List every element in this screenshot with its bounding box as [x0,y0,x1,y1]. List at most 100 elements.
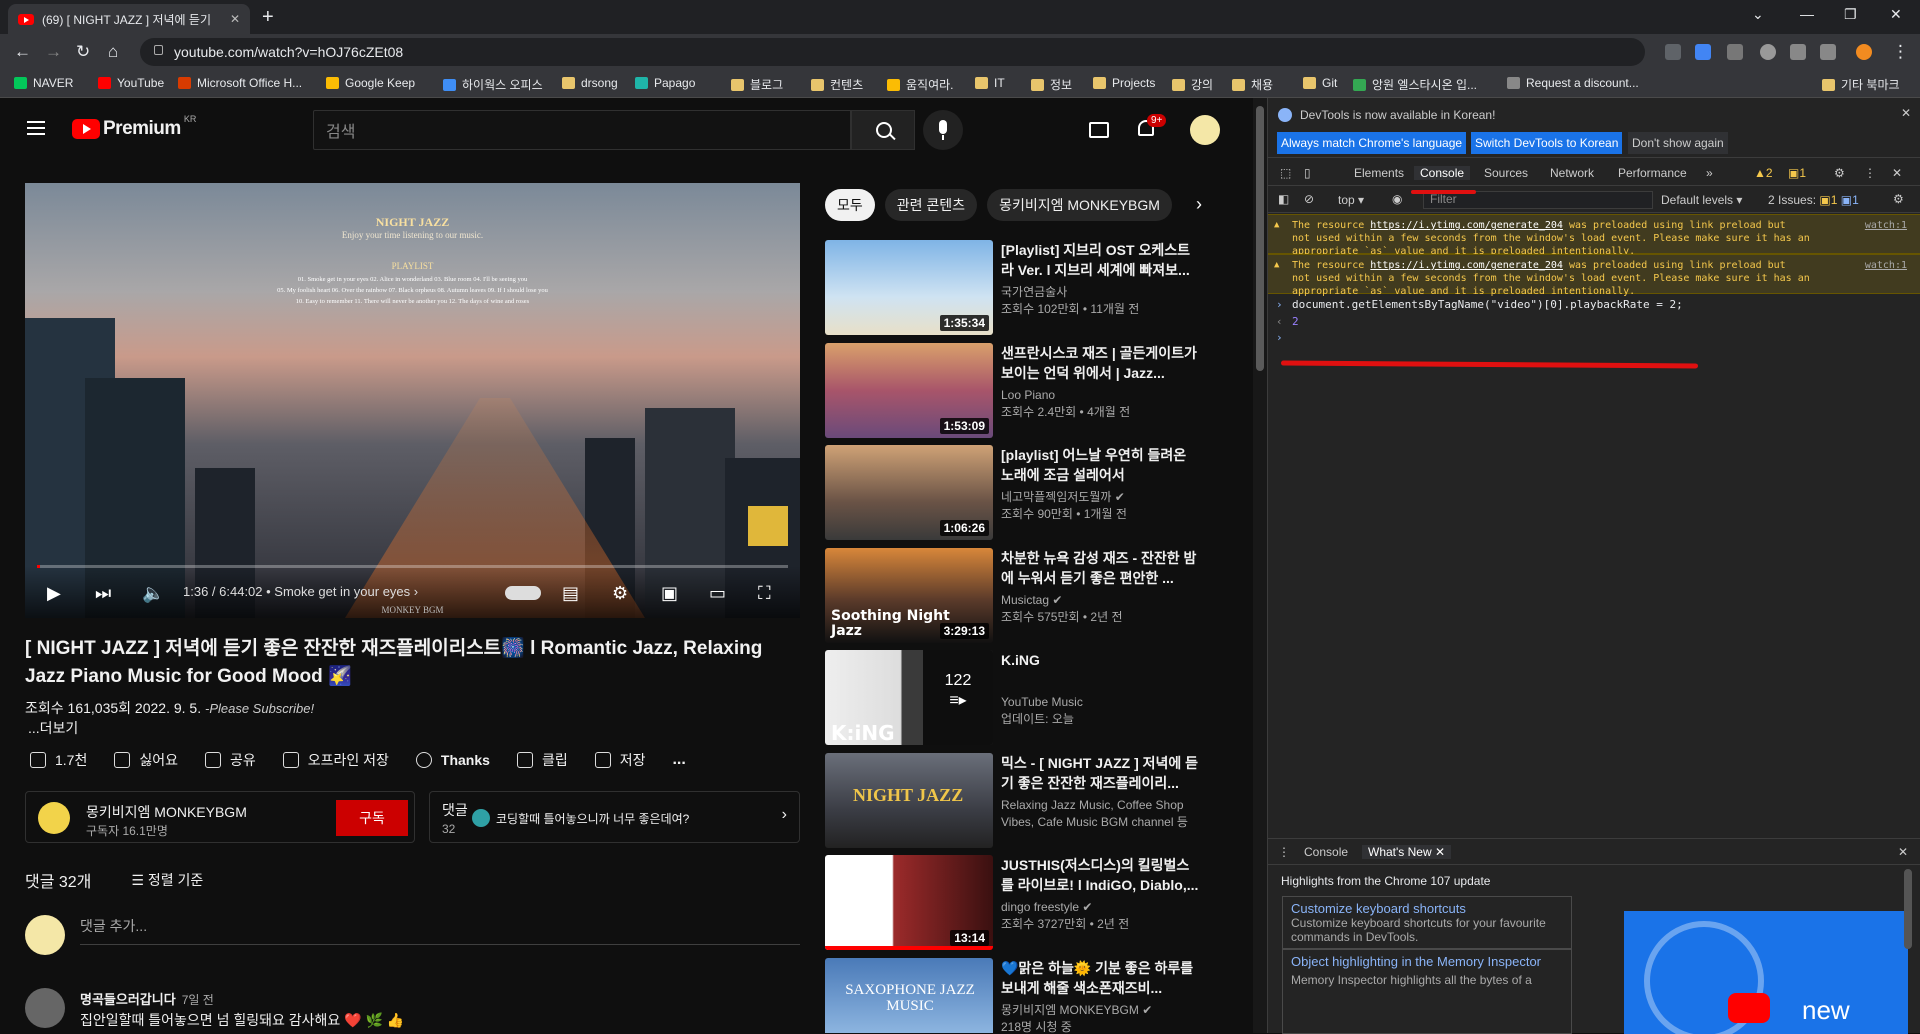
account-avatar[interactable] [1190,115,1220,145]
video-thumbnail[interactable]: 1:06:26 [825,445,993,540]
console-settings-icon[interactable]: ⚙ [1893,192,1904,206]
log-levels-dropdown[interactable]: Default levels ▾ [1661,193,1742,207]
page-scrollbar[interactable] [1253,98,1267,1033]
news-card[interactable]: Object highlighting in the Memory Inspec… [1282,949,1572,1034]
create-video-icon[interactable] [1089,122,1109,138]
device-toolbar-icon[interactable]: ▯ [1304,166,1311,180]
video-player[interactable]: NIGHT JAZZ Enjoy your time listening to … [25,183,800,618]
context-selector[interactable]: top ▾ [1338,193,1364,207]
comment-author-avatar[interactable] [25,988,65,1028]
video-thumbnail[interactable]: NIGHT JAZZ [825,752,993,848]
chip-all[interactable]: 모두 [825,189,875,221]
profile-avatar[interactable] [1856,44,1872,60]
autoplay-toggle[interactable] [505,586,541,600]
bookmark-item[interactable]: Git [1303,76,1337,90]
news-card[interactable]: Customize keyboard shortcuts Customize k… [1282,896,1572,949]
drawer-scrollbar[interactable] [1904,869,1912,949]
video-thumbnail[interactable]: 13:14 [825,855,993,950]
drawer-tab-console[interactable]: Console [1304,845,1348,859]
video-title[interactable]: [playlist] 어느날 우연히 들려온 노래에 조금 설레어서 [1001,445,1201,485]
video-thumbnail[interactable]: Soothing Night Jazz 3:29:13 [825,547,993,643]
chips-next-icon[interactable]: › [1196,194,1202,215]
like-button[interactable]: 1.7천 [30,750,87,770]
bookmark-item[interactable]: 기타 북마크 [1822,76,1900,93]
channel-name[interactable]: 몽키비지엠 MONKEYBGM [86,802,247,822]
chapter-text[interactable]: • Smoke get in your eyes [266,584,410,599]
warning-link[interactable]: https://i.ytimg.com/generate_204 [1370,260,1563,271]
tab-elements[interactable]: Elements [1354,166,1404,180]
video-thumbnail[interactable]: K:iNG 122 ≡▸ [825,650,993,745]
bookmark-item[interactable]: Papago [635,76,695,90]
add-comment-input[interactable]: 댓글 추가... [80,916,800,945]
side-panel-icon[interactable] [1820,44,1836,60]
scrollbar-thumb[interactable] [1256,106,1264,371]
comment-author[interactable]: 명곡들으러갑니다 7일 전 [80,989,214,1008]
video-thumbnail[interactable]: 1:53:09 [825,342,993,438]
voice-search-icon[interactable] [923,110,963,150]
clear-console-icon[interactable]: ⊘ [1304,192,1314,206]
minimize-icon[interactable]: — [1800,6,1814,22]
warning-source-link[interactable]: watch:1 [1865,219,1907,232]
channel-avatar[interactable] [38,802,70,834]
bookmark-item[interactable]: Projects [1093,76,1155,90]
back-icon[interactable]: ← [14,42,31,62]
video-thumbnail[interactable]: 1:35:34 [825,240,993,335]
bookmark-item[interactable]: 블로그 [731,76,783,93]
more-actions-button[interactable]: ... [672,751,685,769]
reading-list-icon[interactable] [1790,44,1806,60]
url-bar[interactable]: youtube.com/watch?v=hOJ76cZEt08 [140,38,1645,66]
bookmark-item[interactable]: drsong [562,76,618,90]
menu-icon[interactable] [27,121,45,135]
bookmark-item[interactable]: 앙원 엘스타시온 입... [1353,76,1477,93]
switch-language-button[interactable]: Switch DevTools to Korean [1471,132,1623,154]
recommended-video[interactable]: K:iNG 122 ≡▸ K.iNG YouTube Music 업데이트: 오늘 [825,650,1245,745]
match-language-button[interactable]: Always match Chrome's language [1277,132,1467,154]
dont-show-button[interactable]: Don't show again [1628,132,1728,154]
settings-icon[interactable]: ⚙ [1834,166,1845,180]
maximize-icon[interactable]: ❐ [1844,6,1857,23]
recommended-video[interactable]: 1:35:34 [Playlist] 지브리 OST 오케스트라 Ver. l 지… [825,240,1245,335]
bookmark-item[interactable]: 강의 [1172,76,1213,93]
menu-dots-icon[interactable]: ⋮ [1892,42,1909,62]
warning-link[interactable]: https://i.ytimg.com/generate_204 [1370,220,1563,231]
extension-icon[interactable] [1665,44,1681,60]
search-input[interactable]: 검색 [313,110,851,150]
thanks-button[interactable]: Thanks [415,752,490,768]
drawer-menu-icon[interactable]: ⋮ [1278,845,1290,859]
video-title[interactable]: K.iNG [1001,650,1201,670]
tab-sources[interactable]: Sources [1484,166,1528,180]
show-more-link[interactable]: ...더보기 [28,718,78,738]
drawer-tab-whats-new[interactable]: What's New ✕ [1362,845,1452,859]
bookmark-item[interactable]: 정보 [1031,76,1072,93]
video-title[interactable]: [Playlist] 지브리 OST 오케스트라 Ver. l 지브리 세계에 … [1001,240,1201,280]
more-tabs-icon[interactable]: » [1706,166,1713,180]
progress-bar[interactable] [37,565,788,568]
channel-watermark-icon[interactable] [748,506,788,546]
kebab-menu-icon[interactable]: ⋮ [1864,166,1876,180]
close-banner-icon[interactable]: ✕ [1901,106,1911,120]
bookmark-item[interactable]: 움직여라. [887,76,954,93]
download-button[interactable]: 오프라인 저장 [282,750,389,770]
recommended-video[interactable]: 1:06:26 [playlist] 어느날 우연히 들려온 노래에 조금 설레어… [825,445,1245,540]
bookmark-item[interactable]: 채용 [1232,76,1273,93]
video-meta[interactable]: 조회수 161,035회 2022. 9. 5. -Please Subscri… [25,698,314,718]
home-icon[interactable]: ⌂ [108,42,118,62]
tab-network[interactable]: Network [1550,166,1594,180]
chip-related[interactable]: 관련 콘텐츠 [884,189,978,221]
bookmark-item[interactable]: NAVER [14,76,73,90]
bookmark-item[interactable]: IT [975,76,1005,90]
extension-icon[interactable] [1727,44,1743,60]
issues-button[interactable]: 2 Issues: ▣1 ▣1 [1768,193,1859,207]
whats-new-video-thumbnail[interactable]: new [1624,911,1908,1034]
warning-source-link[interactable]: watch:1 [1865,259,1907,272]
recommended-video[interactable]: NIGHT JAZZ 믹스 - [ NIGHT JAZZ ] 저녁에 듣기 좋은 … [825,752,1245,848]
clip-button[interactable]: 클립 [516,750,568,770]
next-icon[interactable]: ⏭ [95,583,111,604]
video-title[interactable]: 샌프란시스코 재즈 | 골든게이트가 보이는 언덕 위에서 | Jazz... [1001,343,1201,383]
warning-counter[interactable]: ▲2 [1754,166,1773,180]
close-window-icon[interactable]: ✕ [1890,6,1902,23]
bookmark-item[interactable]: 컨텐츠 [811,76,863,93]
theater-icon[interactable]: ▭ [709,583,726,604]
bookmark-item[interactable]: Microsoft Office H... [178,76,302,90]
video-thumbnail[interactable]: SAXOPHONE JAZZ MUSIC [825,957,993,1033]
